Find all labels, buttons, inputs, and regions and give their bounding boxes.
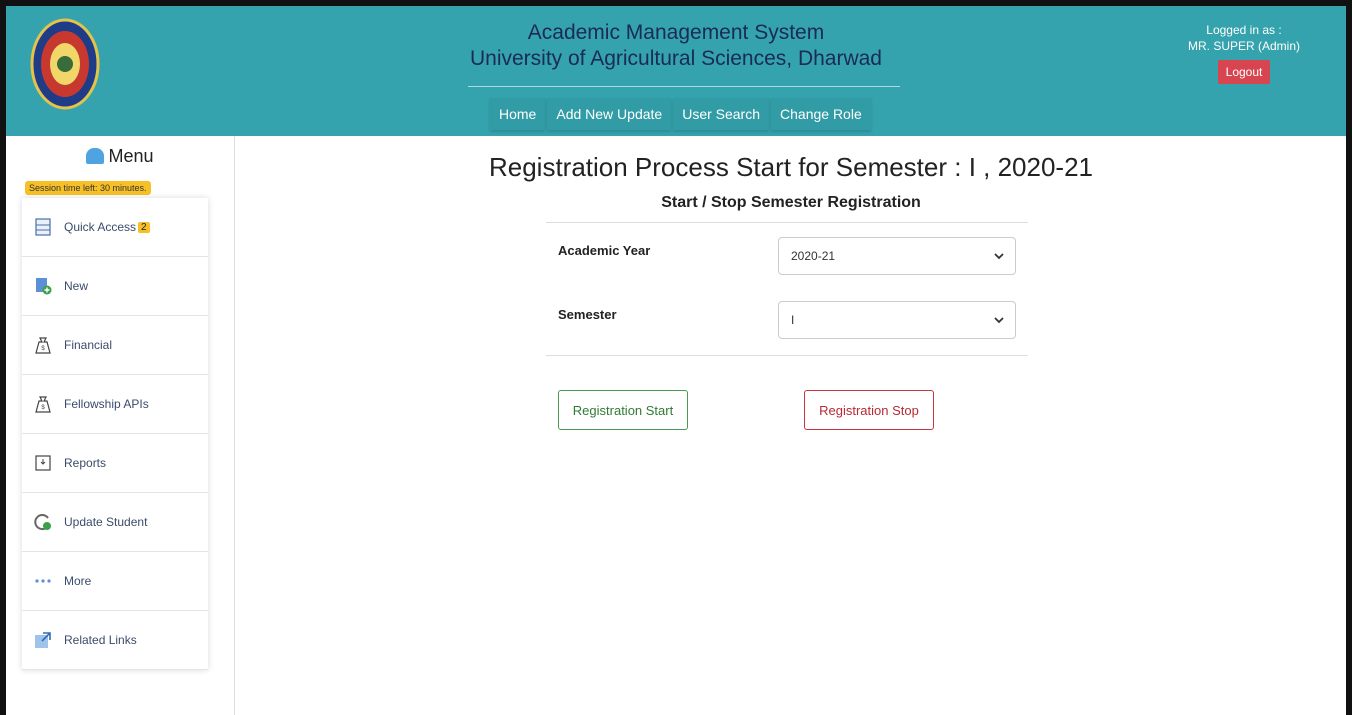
semester-select[interactable]: I — [778, 301, 1016, 339]
sidebar-item-label: Update Student — [64, 515, 148, 529]
header: Academic Management System University of… — [6, 6, 1346, 136]
semester-value: I — [791, 313, 795, 327]
section-subtitle: Start / Stop Semester Registration — [661, 194, 921, 211]
logged-in-label: Logged in as : — [1206, 23, 1282, 37]
academic-year-value: 2020-21 — [791, 249, 836, 263]
user-name: MR. SUPER (Admin) — [1187, 39, 1300, 53]
sidebar: Menu Session time left: 30 minutes. Quic… — [6, 136, 235, 715]
money-bag-icon: $ — [35, 337, 51, 354]
university-name: University of Agricultural Sciences, Dha… — [469, 47, 882, 70]
sidebar-item-financial[interactable]: $ Financial — [22, 316, 208, 375]
sidebar-item-label: Quick Access — [64, 220, 137, 234]
sidebar-item-quick-access[interactable]: Quick Access 2 — [22, 198, 208, 257]
nav-user-search[interactable]: User Search — [673, 98, 770, 130]
svg-text:$: $ — [41, 405, 45, 411]
semester-label: Semester — [558, 307, 617, 322]
sidebar-item-label: Related Links — [64, 633, 137, 647]
money-bag-icon: $ — [35, 396, 51, 413]
top-nav: Home Add New Update User Search Change R… — [490, 98, 873, 130]
page-title: Registration Process Start for Semester … — [488, 152, 1094, 182]
update-icon — [34, 514, 51, 531]
nav-home[interactable]: Home — [490, 98, 546, 130]
main-content: Registration Process Start for Semester … — [236, 136, 1346, 715]
registration-stop-button[interactable]: Registration Stop — [804, 390, 934, 430]
chevron-down-icon — [994, 253, 1004, 260]
menu-list: Quick Access 2 New $ Financial $ Fellows… — [22, 198, 208, 670]
sidebar-item-new[interactable]: New — [22, 257, 208, 316]
more-dots-icon — [35, 579, 51, 583]
sidebar-item-label: New — [64, 279, 89, 293]
sidebar-item-label: Fellowship APIs — [64, 397, 149, 411]
external-link-icon — [35, 632, 51, 648]
sidebar-item-related-links[interactable]: Related Links — [22, 611, 208, 670]
svg-text:$: $ — [41, 346, 45, 352]
chevron-down-icon — [994, 317, 1004, 324]
sidebar-item-more[interactable]: More — [22, 552, 208, 611]
quick-access-icon — [35, 218, 51, 236]
title-divider — [468, 86, 900, 87]
sidebar-item-update-student[interactable]: Update Student — [22, 493, 208, 552]
academic-year-label: Academic Year — [558, 243, 651, 258]
sidebar-item-label: Reports — [64, 456, 107, 470]
nav-change-role[interactable]: Change Role — [771, 98, 871, 130]
app-title: Academic Management System — [527, 21, 825, 44]
report-icon — [35, 455, 51, 471]
nav-add-new-update[interactable]: Add New Update — [547, 98, 672, 130]
menu-icon — [86, 148, 105, 164]
new-file-icon — [36, 278, 52, 295]
sidebar-item-label: More — [64, 574, 92, 588]
registration-start-button[interactable]: Registration Start — [558, 390, 688, 430]
session-timer-badge: Session time left: 30 minutes. — [25, 181, 151, 195]
sidebar-item-label: Financial — [64, 338, 113, 352]
sidebar-item-fellowship-apis[interactable]: $ Fellowship APIs — [22, 375, 208, 434]
logout-button[interactable]: Logout — [1217, 60, 1271, 84]
sidebar-item-reports[interactable]: Reports — [22, 434, 208, 493]
title-block: Academic Management System University of… — [6, 20, 1346, 72]
quick-access-count-badge: 2 — [138, 221, 150, 233]
registration-form: Academic Year 2020-21 Semester I — [546, 222, 1028, 356]
academic-year-select[interactable]: 2020-21 — [778, 237, 1016, 275]
menu-title-text: Menu — [108, 146, 154, 166]
user-info: Logged in as : MR. SUPER (Admin) Logout — [1188, 22, 1300, 84]
menu-title: Menu — [6, 146, 234, 167]
app-frame: Academic Management System University of… — [0, 0, 1352, 715]
